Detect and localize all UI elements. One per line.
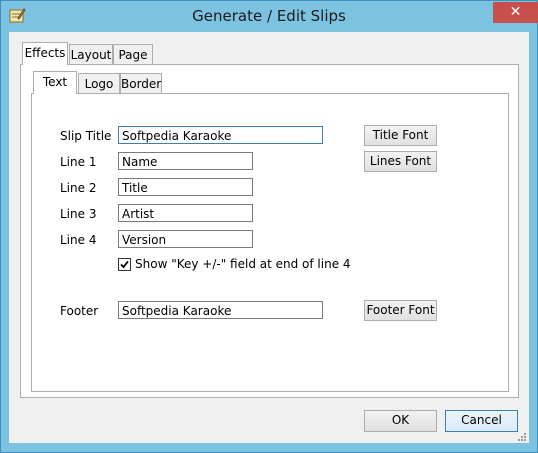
tab-text-label: Text [42, 75, 68, 89]
title-font-button[interactable]: Title Font [364, 125, 437, 146]
tab-text[interactable]: Text [33, 71, 77, 94]
footer-label: Footer [60, 304, 99, 318]
line4-input[interactable]: Version [118, 230, 253, 248]
close-icon: ✕ [509, 4, 522, 20]
resize-grip-icon[interactable] [517, 431, 527, 441]
line3-input[interactable]: Artist [118, 204, 253, 222]
slip-title-input[interactable]: Softpedia Karaoke [118, 126, 323, 144]
lines-font-button[interactable]: Lines Font [364, 151, 437, 172]
line2-input[interactable]: Title [118, 178, 253, 196]
dialog-window: Generate / Edit Slips ✕ Effects Layout P… [0, 0, 538, 453]
tab-border-label: Border [121, 77, 162, 91]
key-field-checkbox[interactable] [118, 258, 131, 271]
line1-label: Line 1 [60, 155, 97, 169]
slip-title-label: Slip Title [60, 129, 112, 143]
dialog-client-area: Effects Layout Page Text Logo Border Sli… [9, 32, 529, 443]
close-button[interactable]: ✕ [493, 2, 538, 23]
footer-input[interactable]: Softpedia Karaoke [118, 301, 323, 319]
window-title: Generate / Edit Slips [192, 7, 346, 25]
checkmark-icon [120, 260, 129, 269]
tab-logo[interactable]: Logo [78, 73, 120, 94]
tab-layout[interactable]: Layout [69, 44, 113, 65]
line4-label: Line 4 [60, 233, 97, 247]
effects-tab-pane: Text Logo Border Slip Title Softpedia Ka… [20, 64, 519, 398]
tab-page[interactable]: Page [113, 44, 153, 65]
tab-page-label: Page [118, 48, 148, 62]
tab-logo-label: Logo [84, 77, 114, 91]
tab-effects-label: Effects [24, 46, 66, 60]
title-bar[interactable]: Generate / Edit Slips ✕ [1, 1, 538, 32]
tab-effects[interactable]: Effects [22, 42, 68, 65]
text-tab-pane: Slip Title Softpedia Karaoke Line 1 Name… [31, 93, 509, 392]
footer-font-button[interactable]: Footer Font [364, 300, 437, 321]
line1-input[interactable]: Name [118, 152, 253, 170]
tab-border[interactable]: Border [120, 73, 162, 94]
key-field-checkbox-label[interactable]: Show "Key +/-" field at end of line 4 [135, 257, 351, 271]
line3-label: Line 3 [60, 207, 97, 221]
line2-label: Line 2 [60, 181, 97, 195]
tab-layout-label: Layout [70, 48, 112, 62]
ok-button[interactable]: OK [364, 410, 437, 432]
cancel-button[interactable]: Cancel [445, 410, 518, 432]
